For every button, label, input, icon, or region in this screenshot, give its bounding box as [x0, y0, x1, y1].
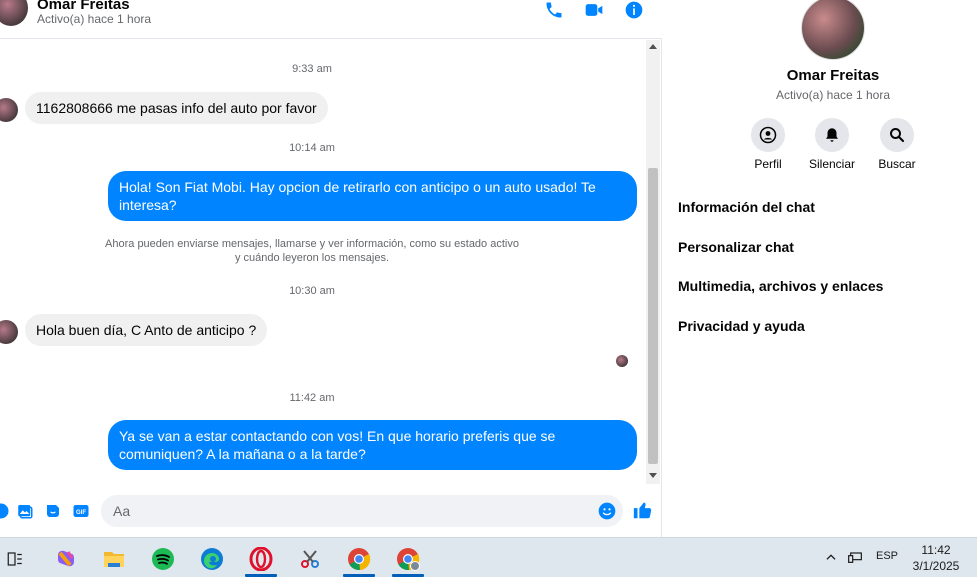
contact-avatar[interactable] [0, 0, 28, 26]
task-view-button[interactable] [0, 542, 33, 576]
profile-button-label: Perfil [754, 157, 782, 171]
input-language[interactable]: ESP [876, 550, 898, 562]
message-outgoing[interactable]: Hola! Son Fiat Mobi. Hay opcion de retir… [108, 171, 637, 221]
message-list: 9:33 am 1162808666 me pasas info del aut… [0, 40, 646, 484]
timestamp: 9:33 am [292, 63, 332, 75]
system-notice-line: y cuándo leyeron los mensajes. [234, 252, 390, 264]
message-input[interactable] [113, 495, 583, 527]
chrome-profile-button[interactable] [390, 542, 426, 577]
chat-panel: Omar Freitas Activo(a) hace 1 hora 9:33 … [0, 0, 662, 537]
clock-time: 11:42 [921, 543, 951, 557]
scroll-thumb[interactable] [648, 168, 658, 464]
task-view-icon [7, 552, 22, 566]
sender-avatar[interactable] [0, 320, 18, 344]
copilot-icon [58, 550, 74, 567]
gif-icon[interactable]: GIF [72, 502, 90, 520]
clock[interactable]: 11:42 3/1/2025 [900, 542, 972, 574]
message-incoming[interactable]: Hola buen día, C Anto de anticipo ? [25, 314, 268, 346]
search-button-label: Buscar [878, 157, 916, 171]
search-button-circle[interactable] [880, 118, 914, 152]
messenger-app: Omar Freitas Activo(a) hace 1 hora 9:33 … [0, 0, 977, 537]
opera-icon [249, 547, 273, 571]
folder-icon [104, 552, 124, 567]
chrome-icon [348, 548, 371, 571]
gallery-icon[interactable] [16, 502, 34, 520]
show-hidden-icons-chevron-icon[interactable] [824, 550, 838, 564]
seen-indicator-avatar [616, 355, 628, 367]
message-outgoing[interactable]: Ya se van a estar contactando con vos! E… [108, 420, 637, 470]
bell-icon [826, 128, 838, 142]
chat-info-panel: Omar Freitas Activo(a) hace 1 hora Perfi… [663, 0, 977, 537]
scissors-icon [301, 550, 319, 568]
mute-button-circle[interactable] [815, 118, 849, 152]
video-call-icon[interactable] [584, 0, 604, 20]
mute-button[interactable]: Silenciar [802, 118, 862, 171]
windows-taskbar: ESP 11:42 3/1/2025 [0, 537, 977, 577]
profile-status: Activo(a) hace 1 hora [775, 88, 891, 102]
contact-status: Activo(a) hace 1 hora [37, 12, 152, 26]
scroll-down-arrow-icon[interactable] [649, 473, 657, 478]
menu-media-files-links[interactable]: Multimedia, archivos y enlaces [678, 278, 883, 294]
profile-button-circle[interactable] [751, 118, 785, 152]
message-incoming[interactable]: 1162808666 me pasas info del auto por fa… [25, 92, 328, 124]
spotify-icon [152, 548, 174, 570]
file-explorer-button[interactable] [96, 542, 132, 576]
system-notice-line: Ahora pueden enviarse mensajes, llamarse… [105, 238, 519, 250]
copilot-button[interactable] [48, 542, 84, 576]
profile-name: Omar Freitas [786, 67, 880, 84]
emoji-icon[interactable] [597, 501, 617, 521]
timestamp: 10:14 am [289, 142, 335, 154]
menu-customize-chat[interactable]: Personalizar chat [678, 239, 794, 255]
menu-privacy-help[interactable]: Privacidad y ayuda [678, 318, 805, 334]
chat-header: Omar Freitas Activo(a) hace 1 hora [0, 0, 662, 39]
message-scrollbar[interactable] [646, 40, 660, 484]
network-icon[interactable] [848, 550, 864, 564]
scroll-up-arrow-icon[interactable] [649, 44, 657, 49]
profile-avatar[interactable] [801, 0, 865, 60]
clock-date: 3/1/2025 [912, 559, 960, 573]
profile-button[interactable]: Perfil [738, 118, 798, 171]
chrome-profile-icon [397, 548, 420, 571]
search-icon [890, 128, 905, 143]
profile-icon [759, 126, 777, 144]
edge-button[interactable] [194, 542, 230, 576]
timestamp: 10:30 am [289, 285, 335, 297]
composer: GIF [0, 484, 662, 537]
info-icon[interactable] [624, 0, 644, 20]
sender-avatar[interactable] [0, 98, 18, 122]
svg-text:GIF: GIF [76, 510, 86, 516]
spotify-button[interactable] [145, 542, 181, 576]
message-input-wrapper [101, 495, 623, 527]
timestamp: 11:42 am [289, 392, 335, 404]
phone-icon[interactable] [544, 0, 564, 20]
edge-icon [201, 548, 223, 570]
sticker-icon[interactable] [44, 502, 62, 520]
chrome-button[interactable] [341, 542, 377, 577]
menu-chat-info[interactable]: Información del chat [678, 199, 815, 215]
snipping-tool-button[interactable] [292, 542, 328, 576]
search-button[interactable]: Buscar [867, 118, 927, 171]
mute-button-label: Silenciar [808, 157, 856, 171]
thumbs-up-icon[interactable] [632, 499, 654, 521]
plus-circle-icon[interactable] [0, 502, 10, 520]
opera-button[interactable] [243, 542, 279, 577]
system-notice: Ahora pueden enviarse mensajes, llamarse… [100, 237, 524, 265]
